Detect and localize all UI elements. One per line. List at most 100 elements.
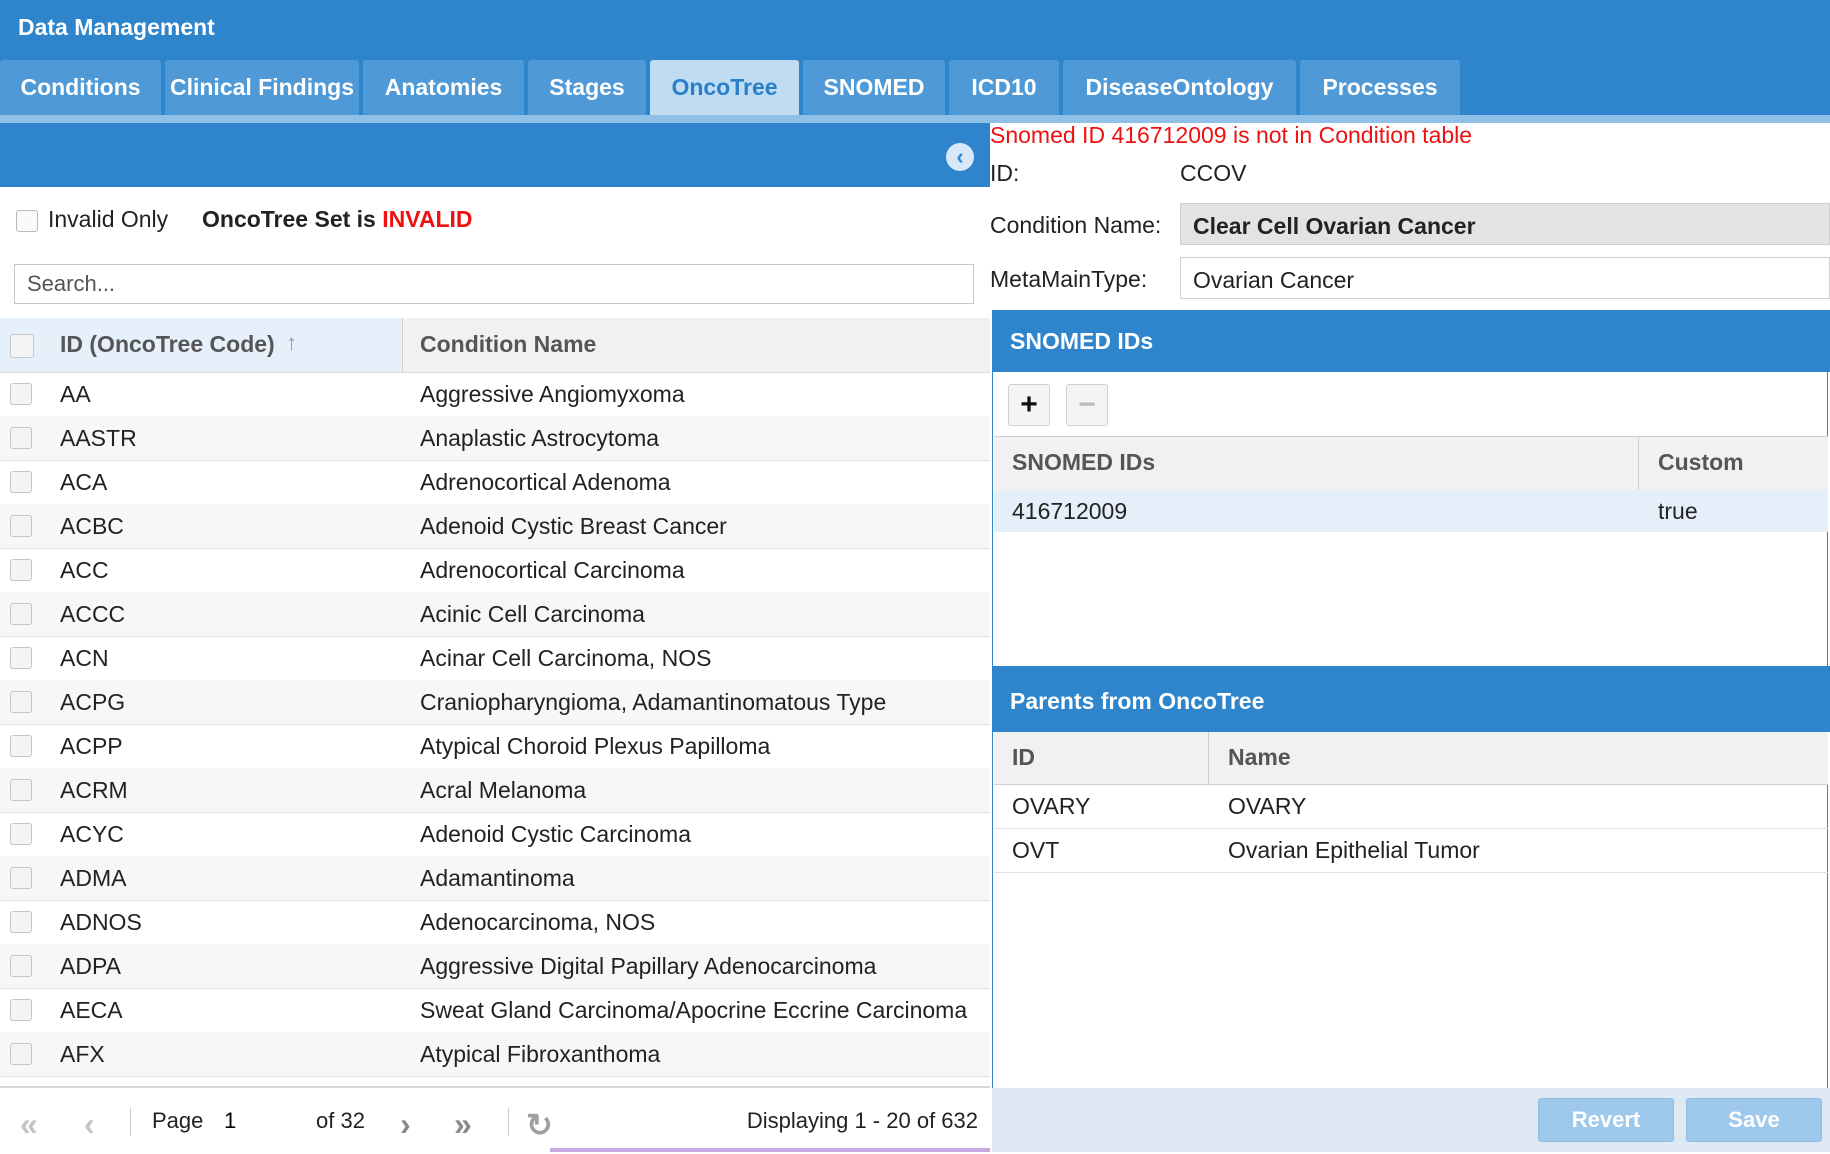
remove-snomed-button[interactable]: − <box>1066 384 1108 426</box>
parents-column-name[interactable]: Name <box>1228 744 1291 771</box>
row-checkbox[interactable] <box>10 691 32 713</box>
tab-stages[interactable]: Stages <box>528 60 646 115</box>
parent-id: OVT <box>1012 837 1060 863</box>
last-page-icon[interactable]: » <box>454 1106 472 1143</box>
condition-name-field[interactable]: Clear Cell Ovarian Cancer <box>1180 203 1830 245</box>
table-row[interactable]: ADNOS Adenocarcinoma, NOS <box>0 900 990 945</box>
row-checkbox[interactable] <box>10 559 32 581</box>
table-row[interactable]: ACPP Atypical Choroid Plexus Papilloma <box>0 724 990 769</box>
snomed-row-id: 416712009 <box>1012 498 1128 524</box>
row-checkbox[interactable] <box>10 955 32 977</box>
tab-clinical-findings[interactable]: Clinical Findings <box>165 60 359 115</box>
row-checkbox[interactable] <box>10 779 32 801</box>
refresh-icon[interactable]: ↻ <box>526 1106 553 1144</box>
tab-anatomies[interactable]: Anatomies <box>363 60 524 115</box>
table-row[interactable]: ACN Acinar Cell Carcinoma, NOS <box>0 636 990 681</box>
snomed-row-custom: true <box>1658 498 1698 524</box>
table-row[interactable]: ACC Adrenocortical Carcinoma <box>0 548 990 593</box>
row-condition-name: Atypical Fibroxanthoma <box>420 1041 661 1067</box>
row-condition-name: Acinar Cell Carcinoma, NOS <box>420 645 712 671</box>
pager-accent-line <box>550 1148 990 1152</box>
table-row[interactable]: ACA Adrenocortical Adenoma <box>0 460 990 505</box>
table-row[interactable]: ADMA Adamantinoma <box>0 856 990 901</box>
row-checkbox[interactable] <box>10 911 32 933</box>
row-checkbox[interactable] <box>10 515 32 537</box>
row-id: AECA <box>60 997 123 1023</box>
grid-header: ID (OncoTree Code) ↑ Condition Name <box>0 318 990 373</box>
page-number-input[interactable] <box>222 1104 306 1138</box>
row-id: ACPP <box>60 733 123 759</box>
parents-grid-header <box>994 732 1828 785</box>
table-row[interactable]: ACPG Craniopharyngioma, Adamantinomatous … <box>0 680 990 725</box>
row-checkbox[interactable] <box>10 471 32 493</box>
table-row[interactable]: AA Aggressive Angiomyxoma <box>0 372 990 417</box>
tab-oncotree[interactable]: OncoTree <box>650 60 799 115</box>
next-page-icon[interactable]: › <box>400 1106 411 1143</box>
id-value: CCOV <box>1180 160 1247 186</box>
collapse-left-icon[interactable]: ‹ <box>946 143 974 171</box>
table-row[interactable]: AECA Sweat Gland Carcinoma/Apocrine Eccri… <box>0 988 990 1033</box>
row-checkbox[interactable] <box>10 1043 32 1065</box>
tab-diseaseontology[interactable]: DiseaseOntology <box>1063 60 1296 115</box>
row-condition-name: Acral Melanoma <box>420 777 587 803</box>
row-id: ADMA <box>60 865 127 891</box>
table-row[interactable]: ACCC Acinic Cell Carcinoma <box>0 592 990 637</box>
column-header-name[interactable]: Condition Name <box>420 331 596 358</box>
row-condition-name: Atypical Choroid Plexus Papilloma <box>420 733 771 759</box>
row-checkbox[interactable] <box>10 823 32 845</box>
row-id: ADNOS <box>60 909 142 935</box>
table-row[interactable]: ACYC Adenoid Cystic Carcinoma <box>0 812 990 857</box>
tab-bar: Conditions Clinical Findings Anatomies S… <box>0 60 1830 115</box>
row-checkbox[interactable] <box>10 735 32 757</box>
pager: « ‹ Page of 32 › » ↻ Displaying 1 - 20 o… <box>0 1086 990 1154</box>
row-checkbox[interactable] <box>10 647 32 669</box>
tab-snomed[interactable]: SNOMED <box>803 60 945 115</box>
row-id: ACCC <box>60 601 126 627</box>
snomed-column-id[interactable]: SNOMED IDs <box>1012 449 1155 476</box>
row-id: ACRM <box>60 777 128 803</box>
add-snomed-button[interactable]: + <box>1008 384 1050 426</box>
row-checkbox[interactable] <box>10 603 32 625</box>
oncotree-status: OncoTree Set is INVALID <box>202 206 473 233</box>
left-panel-header <box>0 123 990 187</box>
row-id: ADPA <box>60 953 121 979</box>
row-checkbox[interactable] <box>10 427 32 449</box>
table-row[interactable]: AFX Atypical Fibroxanthoma <box>0 1032 990 1077</box>
table-row[interactable]: AASTR Anaplastic Astrocytoma <box>0 416 990 461</box>
row-id: ACPG <box>60 689 126 715</box>
tab-conditions[interactable]: Conditions <box>0 60 161 115</box>
id-label: ID: <box>990 160 1020 186</box>
invalid-only-checkbox[interactable] <box>16 210 38 232</box>
metamaintype-field[interactable]: Ovarian Cancer <box>1180 257 1830 299</box>
save-button[interactable]: Save <box>1686 1098 1822 1142</box>
page-label: Page <box>152 1108 204 1133</box>
prev-page-icon[interactable]: ‹ <box>84 1106 95 1143</box>
row-checkbox[interactable] <box>10 867 32 889</box>
parents-row[interactable]: OVARY OVARY <box>994 784 1828 829</box>
row-checkbox[interactable] <box>10 999 32 1021</box>
row-checkbox[interactable] <box>10 383 32 405</box>
row-condition-name: Adamantinoma <box>420 865 575 891</box>
table-row[interactable]: ADPA Aggressive Digital Papillary Adenoca… <box>0 944 990 989</box>
parents-row[interactable]: OVT Ovarian Epithelial Tumor <box>994 828 1828 873</box>
table-row[interactable]: ACRM Acral Melanoma <box>0 768 990 813</box>
condition-name-label: Condition Name: <box>990 212 1162 238</box>
tab-processes[interactable]: Processes <box>1300 60 1460 115</box>
row-id: ACYC <box>60 821 124 847</box>
app-title: Data Management <box>18 14 215 40</box>
select-all-checkbox[interactable] <box>10 334 34 358</box>
snomed-column-custom[interactable]: Custom <box>1658 449 1744 476</box>
row-condition-name: Anaplastic Astrocytoma <box>420 425 660 451</box>
first-page-icon[interactable]: « <box>20 1106 38 1143</box>
tab-underline <box>0 115 1830 123</box>
row-condition-name: Adenocarcinoma, NOS <box>420 909 656 935</box>
parents-panel-title: Parents from OncoTree <box>1010 688 1265 714</box>
sort-ascending-icon: ↑ <box>286 330 297 355</box>
parent-id: OVARY <box>1012 793 1091 819</box>
revert-button[interactable]: Revert <box>1538 1098 1674 1142</box>
tab-icd10[interactable]: ICD10 <box>949 60 1059 115</box>
table-row[interactable]: ACBC Adenoid Cystic Breast Cancer <box>0 504 990 549</box>
row-id: ACN <box>60 645 109 671</box>
parents-column-id[interactable]: ID <box>1012 744 1035 771</box>
search-input[interactable] <box>14 264 974 304</box>
